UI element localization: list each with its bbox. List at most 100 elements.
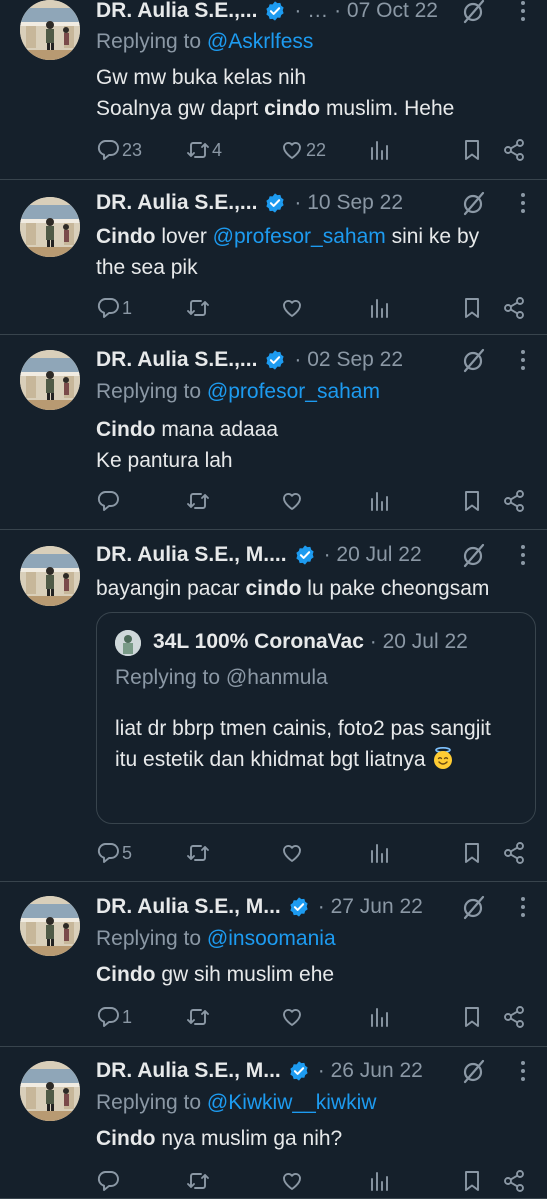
- tweet-timestamp[interactable]: · 26 Jun 22: [318, 1059, 423, 1083]
- views-button[interactable]: [368, 840, 392, 866]
- retweet-button[interactable]: 4: [186, 137, 222, 163]
- avatar[interactable]: [20, 0, 80, 60]
- tweet-text-line: Cindo lover @profesor_saham sini ke by: [96, 221, 537, 252]
- retweet-icon: [186, 1005, 210, 1029]
- tweet-actions: 5: [96, 840, 536, 866]
- author-name[interactable]: DR. Aulia S.E.,...: [96, 0, 257, 23]
- text-segment: Ke pantura lah: [96, 449, 233, 472]
- bookmark-button[interactable]: [460, 840, 484, 866]
- tweet[interactable]: DR. Aulia S.E., M... · 27 Jun 22 Replying …: [0, 882, 547, 1047]
- tweet-actions: 23 4 22: [96, 137, 536, 163]
- views-button[interactable]: [368, 137, 392, 163]
- grok-icon[interactable]: [461, 190, 487, 216]
- tweet-text: bayangin pacar cindo lu pake cheongsam: [96, 573, 537, 604]
- tweet[interactable]: DR. Aulia S.E., M.... · 20 Jul 22 bayangin…: [0, 530, 547, 882]
- more-icon[interactable]: [513, 542, 533, 568]
- reply-button[interactable]: [96, 1168, 122, 1194]
- avatar[interactable]: [20, 1061, 80, 1121]
- text-segment: sini ke by: [385, 225, 480, 248]
- mention-link[interactable]: @profesor_saham: [213, 225, 386, 248]
- tweet-timestamp[interactable]: · 02 Sep 22: [294, 348, 403, 372]
- replying-to: Replying to @insoomania: [96, 927, 336, 951]
- reply-button[interactable]: 5: [96, 840, 132, 866]
- like-button[interactable]: [280, 295, 306, 321]
- tweet-timestamp[interactable]: · 10 Sep 22: [294, 191, 403, 215]
- text-segment: muslim. Hehe: [320, 97, 455, 120]
- reply-button[interactable]: [96, 488, 122, 514]
- reply-button[interactable]: 23: [96, 137, 142, 163]
- like-button[interactable]: [280, 1168, 306, 1194]
- retweet-button[interactable]: [186, 840, 212, 866]
- share-button[interactable]: [502, 1004, 526, 1030]
- share-button[interactable]: [502, 840, 526, 866]
- like-icon: [280, 138, 304, 162]
- author-name[interactable]: DR. Aulia S.E.,...: [96, 348, 257, 372]
- bookmark-button[interactable]: [460, 1168, 484, 1194]
- quoted-tweet[interactable]: 34L 100% CoronaVac · 20 Jul 22 Replying t…: [96, 612, 536, 824]
- like-button[interactable]: 22: [280, 137, 326, 163]
- views-button[interactable]: [368, 1168, 392, 1194]
- like-button[interactable]: [280, 488, 306, 514]
- avatar[interactable]: [20, 896, 80, 956]
- quoted-replying-to: Replying to @hanmula: [115, 666, 328, 689]
- grok-icon[interactable]: [461, 894, 487, 920]
- share-button[interactable]: [502, 295, 526, 321]
- views-icon: [368, 1005, 392, 1029]
- reply-mention-link[interactable]: @insoomania: [207, 927, 336, 950]
- views-button[interactable]: [368, 1004, 392, 1030]
- reply-mention-link[interactable]: @Askrlfess: [207, 30, 314, 53]
- more-icon[interactable]: [513, 0, 533, 24]
- reply-button[interactable]: 1: [96, 1004, 132, 1030]
- author-name[interactable]: DR. Aulia S.E.,...: [96, 191, 257, 215]
- tweet[interactable]: DR. Aulia S.E.,... · 10 Sep 22 Cindo lover…: [0, 180, 547, 335]
- views-button[interactable]: [368, 488, 392, 514]
- more-icon[interactable]: [513, 1058, 533, 1084]
- replying-to: Replying to @Askrlfess: [96, 30, 313, 54]
- tweet-timestamp[interactable]: · 20 Jul 22: [324, 543, 422, 567]
- bookmark-button[interactable]: [460, 295, 484, 321]
- highlighted-keyword: Cindo: [96, 963, 156, 986]
- more-icon[interactable]: [513, 347, 533, 373]
- bookmark-button[interactable]: [460, 488, 484, 514]
- bookmark-button[interactable]: [460, 137, 484, 163]
- reply-mention-link[interactable]: @Kiwkiw__kiwkiw: [207, 1091, 377, 1114]
- tweet[interactable]: DR. Aulia S.E.,... · … · 07 Oct 22 Replyin…: [0, 0, 547, 180]
- tweet-timestamp[interactable]: · … · 07 Oct 22: [294, 0, 438, 23]
- avatar[interactable]: [20, 546, 80, 606]
- like-button[interactable]: [280, 840, 306, 866]
- views-button[interactable]: [368, 295, 392, 321]
- more-icon[interactable]: [513, 190, 533, 216]
- profile-photo-icon: [20, 1061, 80, 1121]
- bookmark-icon: [460, 489, 484, 513]
- grok-icon[interactable]: [461, 1058, 487, 1084]
- bookmark-icon: [460, 1169, 484, 1193]
- author-name[interactable]: DR. Aulia S.E., M...: [96, 895, 281, 919]
- tweet[interactable]: DR. Aulia S.E., M... · 26 Jun 22 Replying …: [0, 1047, 547, 1199]
- share-button[interactable]: [502, 137, 526, 163]
- views-icon: [368, 296, 392, 320]
- tweet-timestamp[interactable]: · 27 Jun 22: [318, 895, 423, 919]
- retweet-button[interactable]: [186, 1168, 212, 1194]
- grok-icon[interactable]: [461, 347, 487, 373]
- grok-icon[interactable]: [461, 542, 487, 568]
- avatar[interactable]: [20, 350, 80, 410]
- tweet[interactable]: DR. Aulia S.E.,... · 02 Sep 22 Replying to…: [0, 335, 547, 530]
- author-name[interactable]: DR. Aulia S.E., M...: [96, 1059, 281, 1083]
- more-icon[interactable]: [513, 894, 533, 920]
- bookmark-button[interactable]: [460, 1004, 484, 1030]
- tweet-text-line: Cindo nya muslim ga nih?: [96, 1123, 537, 1154]
- retweet-button[interactable]: [186, 295, 212, 321]
- retweet-button[interactable]: [186, 488, 212, 514]
- retweet-button[interactable]: [186, 1004, 212, 1030]
- share-button[interactable]: [502, 1168, 526, 1194]
- grok-icon[interactable]: [461, 0, 487, 24]
- reply-button[interactable]: 1: [96, 295, 132, 321]
- author-name[interactable]: DR. Aulia S.E., M....: [96, 543, 287, 567]
- replying-to-label: Replying to: [96, 30, 207, 53]
- share-button[interactable]: [502, 488, 526, 514]
- reply-mention-link[interactable]: @profesor_saham: [207, 380, 380, 403]
- like-button[interactable]: [280, 1004, 306, 1030]
- like-count: 22: [306, 139, 327, 160]
- replying-to-label: Replying to: [96, 380, 207, 403]
- avatar[interactable]: [20, 197, 80, 257]
